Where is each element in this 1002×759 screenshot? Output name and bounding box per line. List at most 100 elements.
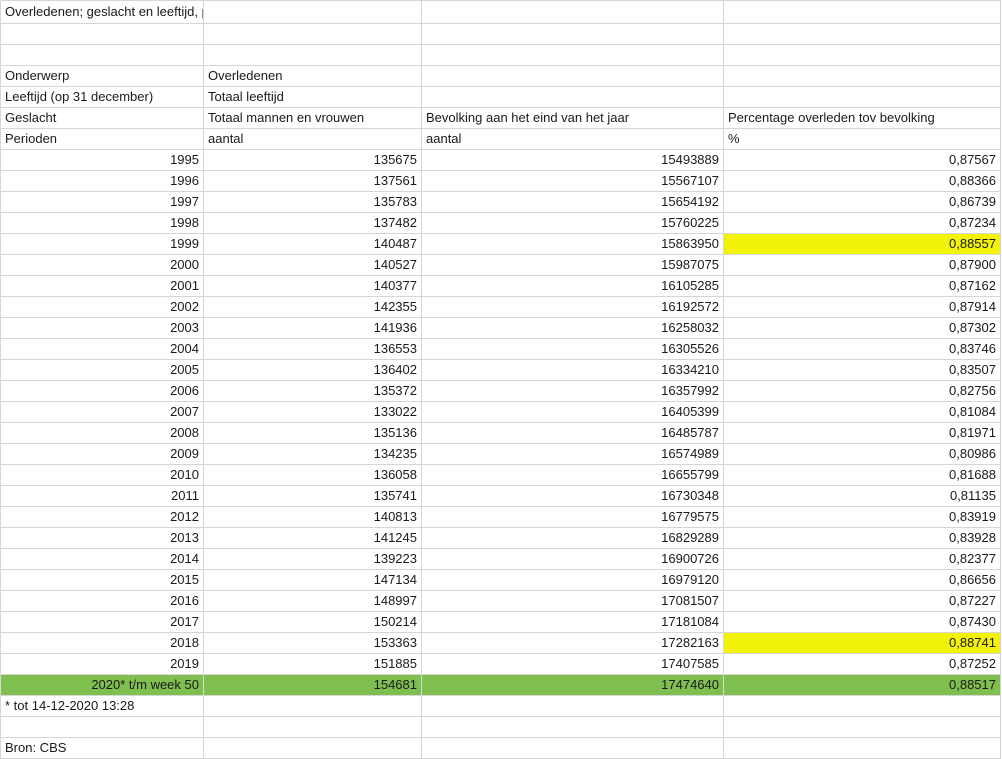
cell[interactable] [421,716,724,738]
cell[interactable] [723,44,1001,66]
deaths-cell[interactable]: 135136 [203,422,422,444]
period-cell[interactable]: 2007 [0,401,204,423]
population-cell[interactable]: 16779575 [421,506,724,528]
population-cell[interactable]: 16979120 [421,569,724,591]
deaths-cell[interactable]: 141245 [203,527,422,549]
period-cell[interactable]: 1998 [0,212,204,234]
population-cell[interactable]: 15567107 [421,170,724,192]
population-cell[interactable]: 15863950 [421,233,724,255]
percentage-cell[interactable]: 0,87227 [723,590,1001,612]
header-cell[interactable]: Percentage overleden tov bevolking [723,107,1001,129]
deaths-cell[interactable]: 133022 [203,401,422,423]
header-cell[interactable]: Bevolking aan het eind van het jaar [421,107,724,129]
population-cell[interactable]: 17081507 [421,590,724,612]
cell[interactable] [723,0,1001,24]
period-cell[interactable]: 1996 [0,170,204,192]
period-cell[interactable]: 2010 [0,464,204,486]
deaths-cell[interactable]: 136553 [203,338,422,360]
period-cell[interactable]: 2006 [0,380,204,402]
percentage-cell[interactable]: 0,87162 [723,275,1001,297]
percentage-cell[interactable]: 0,83919 [723,506,1001,528]
deaths-cell[interactable]: 140813 [203,506,422,528]
cell[interactable] [203,716,422,738]
deaths-cell[interactable]: 150214 [203,611,422,633]
percentage-cell[interactable]: 0,83928 [723,527,1001,549]
percentage-cell[interactable]: 0,83746 [723,338,1001,360]
header-cell[interactable]: aantal [203,128,422,150]
population-cell[interactable]: 16829289 [421,527,724,549]
cell[interactable] [421,44,724,66]
percentage-cell[interactable]: 0,87567 [723,149,1001,171]
percentage-cell[interactable]: 0,87900 [723,254,1001,276]
percentage-cell[interactable]: 0,87252 [723,653,1001,675]
cell[interactable] [0,716,204,738]
deaths-cell[interactable]: 136058 [203,464,422,486]
population-cell[interactable]: 17474640 [421,674,724,696]
period-cell[interactable]: 2014 [0,548,204,570]
period-cell[interactable]: 1999 [0,233,204,255]
header-cell[interactable]: Geslacht [0,107,204,129]
population-cell[interactable]: 15654192 [421,191,724,213]
deaths-cell[interactable]: 135675 [203,149,422,171]
header-cell[interactable]: aantal [421,128,724,150]
percentage-cell[interactable]: 0,80986 [723,443,1001,465]
period-cell[interactable]: 2005 [0,359,204,381]
period-cell[interactable]: 2020* t/m week 50 [0,674,204,696]
percentage-cell[interactable]: 0,87430 [723,611,1001,633]
period-cell[interactable]: 2019 [0,653,204,675]
population-cell[interactable]: 15760225 [421,212,724,234]
header-cell[interactable]: Leeftijd (op 31 december) [0,86,204,108]
cell[interactable] [203,23,422,45]
header-cell[interactable] [421,65,724,87]
header-cell[interactable]: % [723,128,1001,150]
header-cell[interactable]: Onderwerp [0,65,204,87]
deaths-cell[interactable]: 142355 [203,296,422,318]
population-cell[interactable]: 16900726 [421,548,724,570]
percentage-cell[interactable]: 0,83507 [723,359,1001,381]
period-cell[interactable]: 2002 [0,296,204,318]
cell[interactable] [421,737,724,759]
header-cell[interactable]: Overledenen [203,65,422,87]
cell[interactable] [203,0,422,24]
deaths-cell[interactable]: 140527 [203,254,422,276]
period-cell[interactable]: 2012 [0,506,204,528]
population-cell[interactable]: 16305526 [421,338,724,360]
percentage-cell[interactable]: 0,87234 [723,212,1001,234]
period-cell[interactable]: 2016 [0,590,204,612]
period-cell[interactable]: 2009 [0,443,204,465]
header-cell[interactable] [723,65,1001,87]
percentage-cell[interactable]: 0,86739 [723,191,1001,213]
sheet-title[interactable]: Overledenen; geslacht en leeftijd, per w… [0,0,204,24]
cell[interactable] [723,737,1001,759]
population-cell[interactable]: 16405399 [421,401,724,423]
population-cell[interactable]: 17407585 [421,653,724,675]
deaths-cell[interactable]: 134235 [203,443,422,465]
deaths-cell[interactable]: 154681 [203,674,422,696]
population-cell[interactable]: 15493889 [421,149,724,171]
cell[interactable] [723,716,1001,738]
population-cell[interactable]: 16192572 [421,296,724,318]
deaths-cell[interactable]: 137482 [203,212,422,234]
percentage-cell[interactable]: 0,86656 [723,569,1001,591]
population-cell[interactable]: 16357992 [421,380,724,402]
cell[interactable] [723,695,1001,717]
header-cell[interactable]: Perioden [0,128,204,150]
deaths-cell[interactable]: 141936 [203,317,422,339]
population-cell[interactable]: 16655799 [421,464,724,486]
period-cell[interactable]: 2011 [0,485,204,507]
cell[interactable] [421,23,724,45]
percentage-cell[interactable]: 0,88517 [723,674,1001,696]
deaths-cell[interactable]: 148997 [203,590,422,612]
period-cell[interactable]: 2018 [0,632,204,654]
deaths-cell[interactable]: 139223 [203,548,422,570]
percentage-cell[interactable]: 0,88366 [723,170,1001,192]
deaths-cell[interactable]: 137561 [203,170,422,192]
percentage-cell[interactable]: 0,81971 [723,422,1001,444]
deaths-cell[interactable]: 135372 [203,380,422,402]
period-cell[interactable]: 2000 [0,254,204,276]
deaths-cell[interactable]: 135741 [203,485,422,507]
cell[interactable] [421,0,724,24]
cell[interactable] [723,23,1001,45]
period-cell[interactable]: 2004 [0,338,204,360]
cell[interactable] [421,695,724,717]
